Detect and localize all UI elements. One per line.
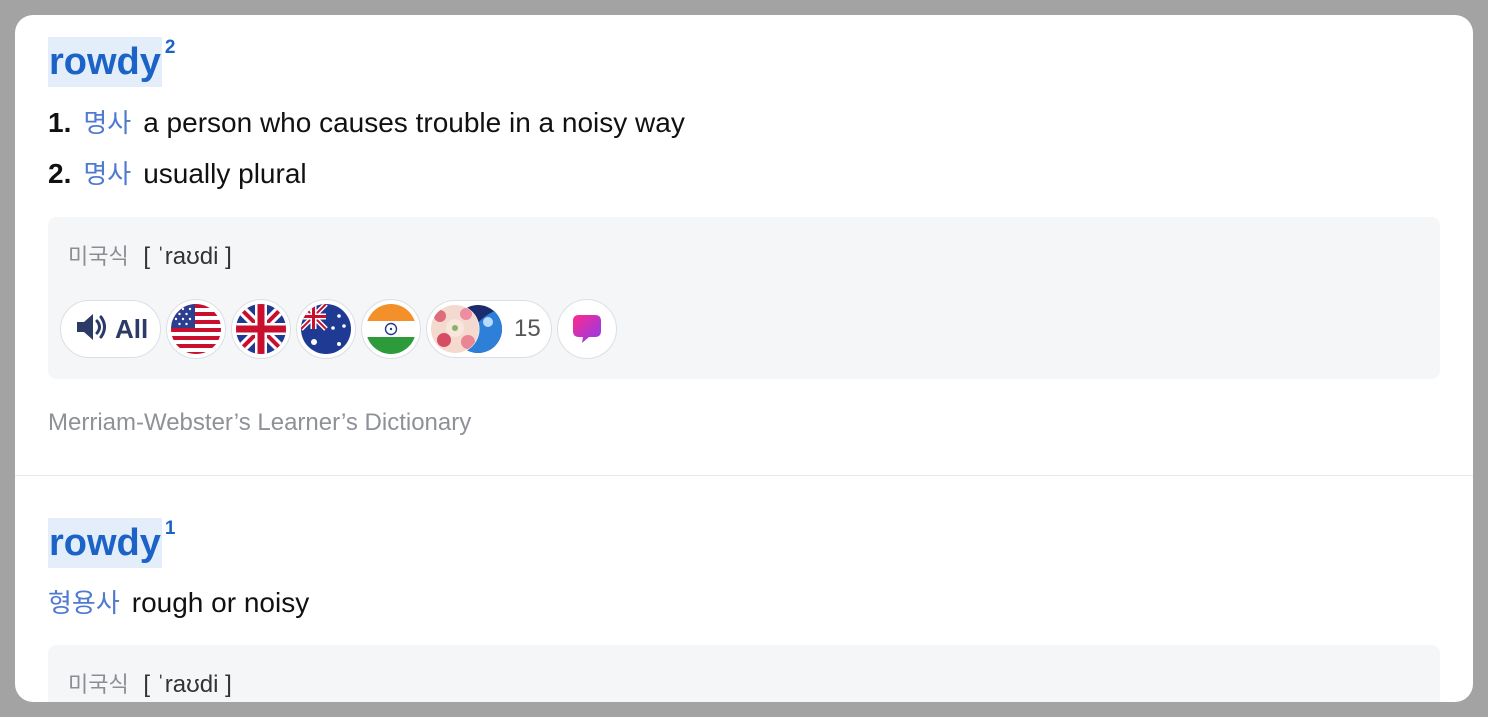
headword[interactable]: rowdy 1 — [48, 518, 175, 568]
definition: rough or noisy — [131, 587, 310, 618]
sense-2: 2. 명사 usually plural — [48, 154, 307, 191]
australia-pronunciation-button[interactable] — [296, 299, 356, 359]
dictionary-popup: rowdy 2 1. 명사 a person who causes troubl… — [15, 15, 1473, 702]
sense-number: 2. — [48, 158, 72, 189]
user-avatar-icon — [430, 304, 504, 354]
pronunciation-ipa: [ ˈraʊdi ] — [143, 671, 232, 698]
definition: a person who causes trouble in a noisy w… — [143, 107, 685, 138]
part-of-speech: 명사 — [83, 160, 132, 190]
headword-text[interactable]: rowdy — [48, 37, 162, 87]
headword-superscript: 2 — [164, 37, 176, 58]
speaker-icon — [75, 312, 109, 347]
entry-rowdy-2: rowdy 2 1. 명사 a person who causes troubl… — [15, 15, 1473, 475]
headword-text[interactable]: rowdy — [48, 518, 162, 568]
part-of-speech: 형용사 — [48, 589, 120, 619]
uk-flag-icon — [236, 304, 286, 354]
headword[interactable]: rowdy 2 — [48, 37, 175, 87]
entry-rowdy-1: rowdy 1 형용사 rough or noisy 미국식 [ ˈraʊdi … — [15, 476, 1473, 702]
us-flag-icon — [171, 304, 221, 354]
sense-number: 1. — [48, 107, 72, 138]
us-pronunciation-button[interactable] — [166, 299, 226, 359]
definition: usually plural — [143, 158, 307, 189]
more-pronunciations-button[interactable]: 15 — [426, 300, 552, 358]
play-all-button[interactable]: All — [60, 300, 161, 358]
more-count: 15 — [514, 315, 541, 342]
pronunciation-line: 미국식 [ ˈraʊdi ] — [68, 667, 232, 699]
australia-flag-icon — [301, 304, 351, 354]
headword-superscript: 1 — [164, 518, 176, 539]
india-flag-icon — [366, 304, 416, 354]
pronunciation-region: 미국식 — [68, 673, 129, 698]
uk-pronunciation-button[interactable] — [231, 299, 291, 359]
pronunciation-line: 미국식 [ ˈraʊdi ] — [68, 239, 232, 271]
pronunciation-panel: 미국식 [ ˈraʊdi ] All 15 — [48, 217, 1440, 379]
pronunciation-region: 미국식 — [68, 245, 129, 270]
part-of-speech: 명사 — [83, 109, 132, 139]
india-pronunciation-button[interactable] — [361, 299, 421, 359]
sense-1: 형용사 rough or noisy — [48, 583, 309, 620]
speech-bubble-icon — [573, 315, 601, 343]
audio-row: All 15 — [60, 299, 617, 359]
sense-1: 1. 명사 a person who causes trouble in a n… — [48, 103, 685, 140]
chat-pronunciation-button[interactable] — [557, 299, 617, 359]
pronunciation-ipa: [ ˈraʊdi ] — [143, 243, 232, 270]
play-all-label: All — [115, 313, 149, 344]
dictionary-source: Merriam-Webster’s Learner’s Dictionary — [48, 409, 472, 436]
pronunciation-panel: 미국식 [ ˈraʊdi ] — [48, 645, 1440, 702]
